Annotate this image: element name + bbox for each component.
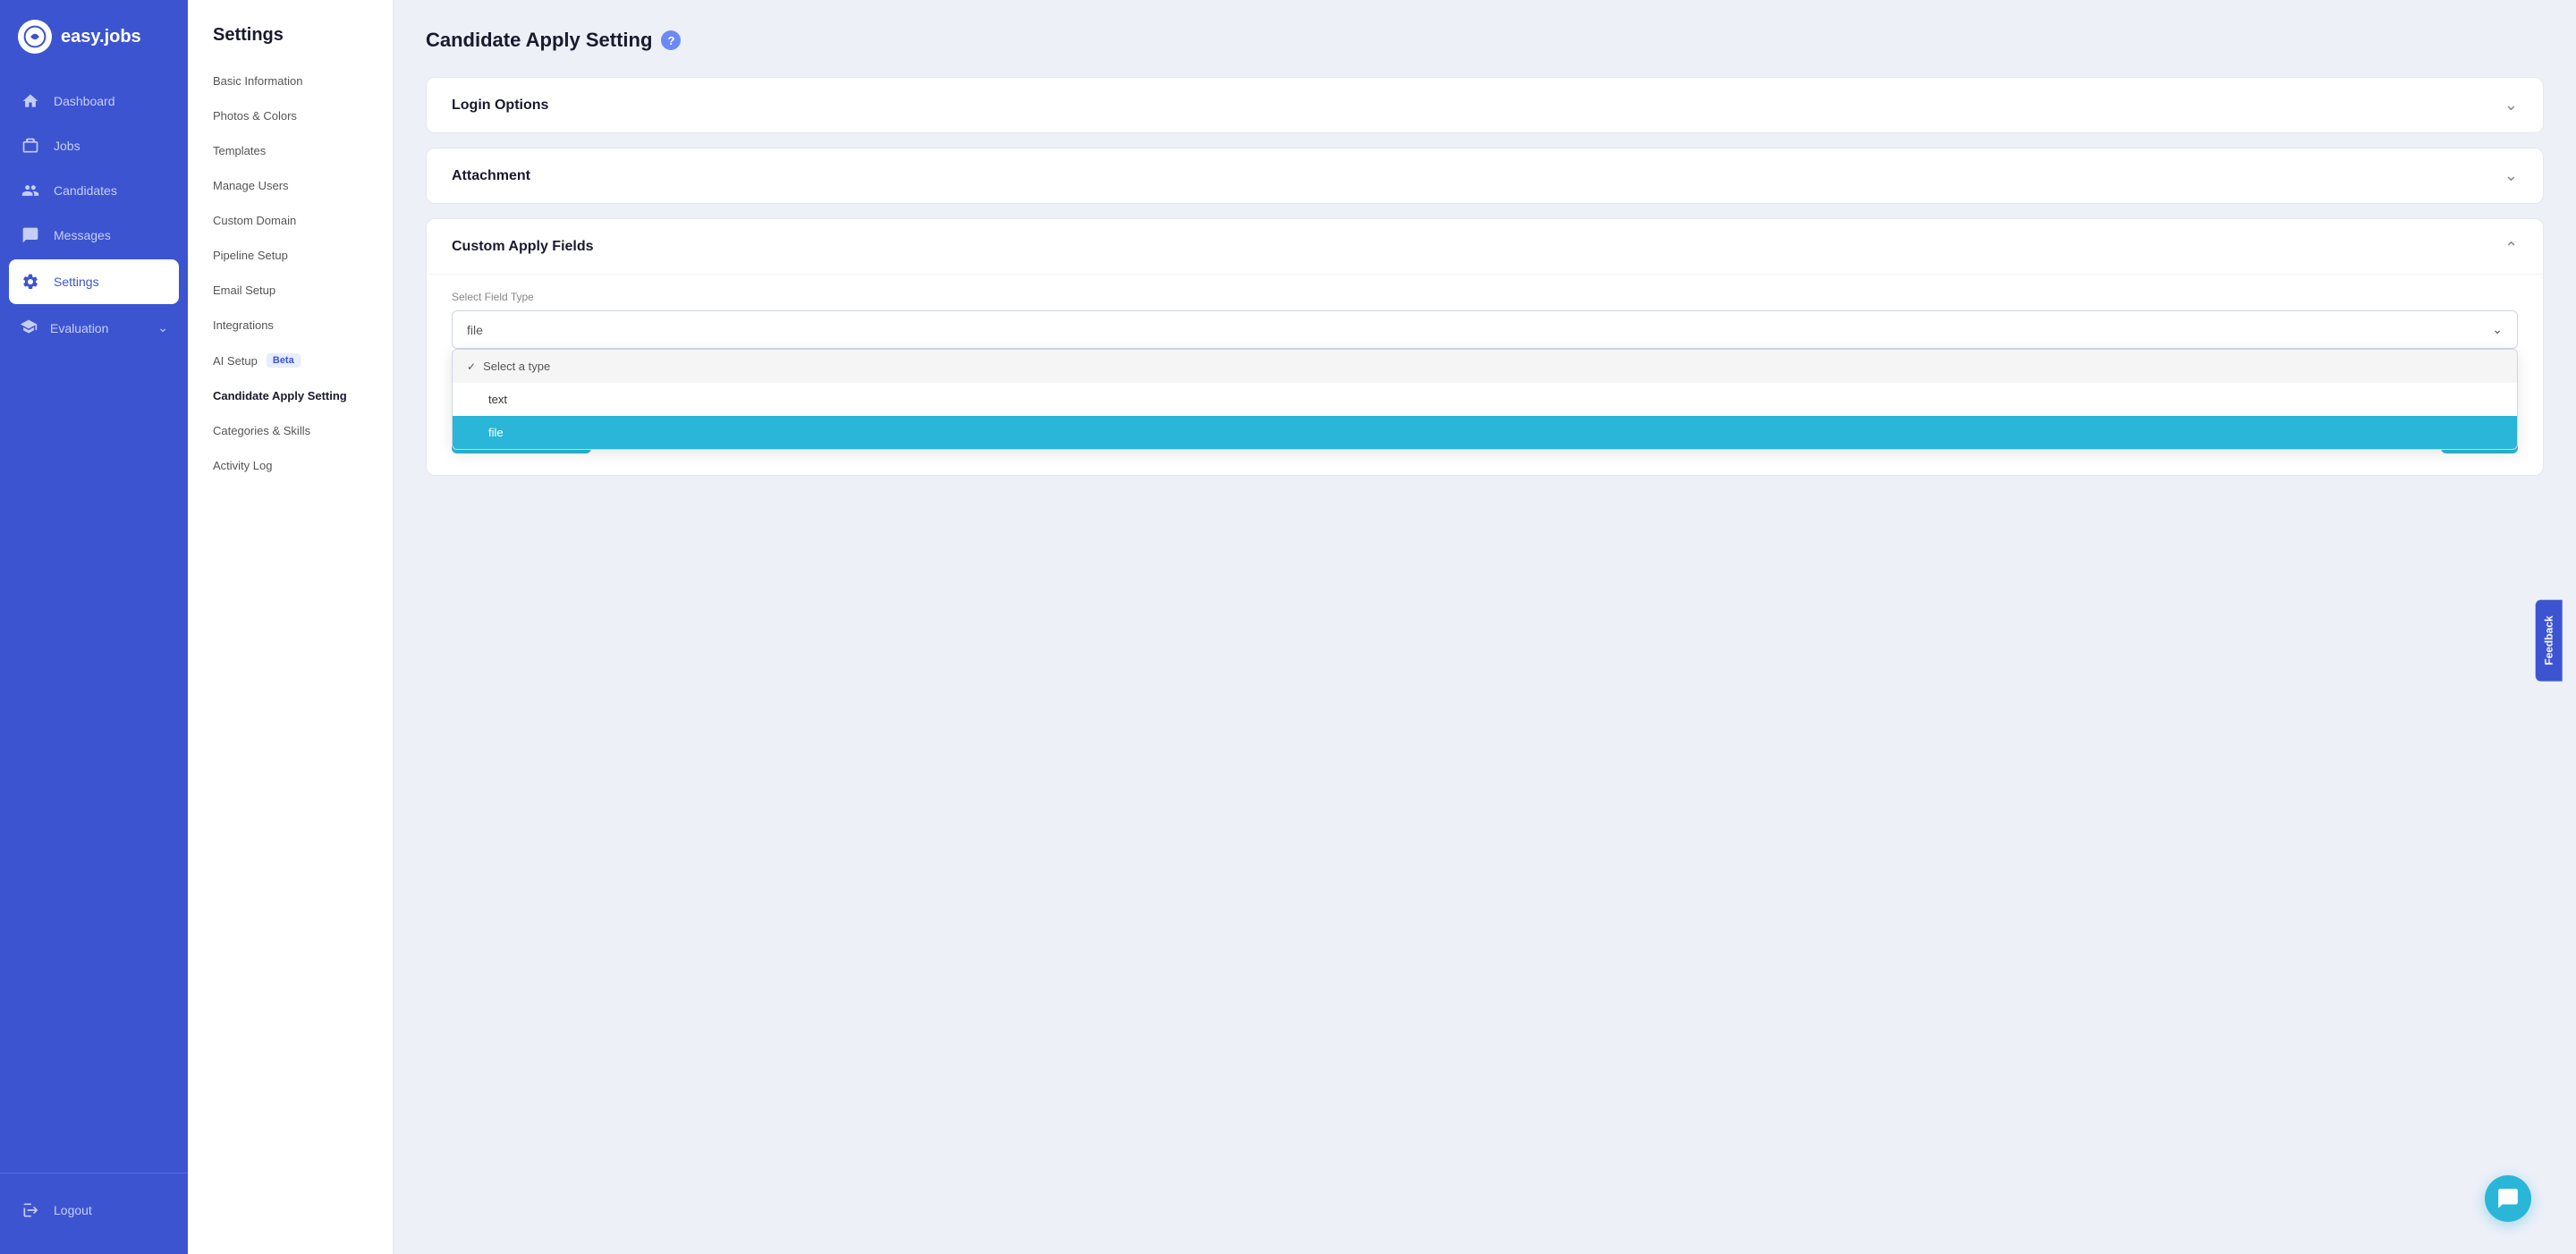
main-area: Settings Basic Information Photos & Colo… [188,0,2576,1254]
login-options-header[interactable]: Login Options ⌄ [427,78,2543,132]
custom-apply-fields-card: Custom Apply Fields ⌄ Select Field Type … [426,218,2544,476]
attachment-title: Attachment [452,168,530,184]
attachment-card: Attachment ⌄ [426,148,2544,204]
sidebar-item-jobs[interactable]: Jobs [0,123,188,168]
content-area: Candidate Apply Setting ? Login Options … [394,0,2576,1254]
sidebar-label-jobs: Jobs [54,139,80,153]
sidebar-bottom: Logout [0,1173,188,1254]
sidebar-item-evaluation[interactable]: Evaluation ⌄ [0,306,188,350]
dropdown-option-file[interactable]: file [453,416,2517,449]
settings-nav-photos-colors[interactable]: Photos & Colors [188,98,393,133]
help-icon[interactable]: ? [661,30,681,50]
custom-apply-fields-chevron: ⌄ [2504,237,2518,256]
settings-panel-title: Settings [188,25,393,64]
sidebar-label-candidates: Candidates [54,183,117,198]
sidebar-label-logout: Logout [54,1203,92,1217]
field-type-dropdown-menu: ✓ Select a type text file [452,349,2518,450]
settings-nav-categories-skills[interactable]: Categories & Skills [188,413,393,448]
feedback-tab[interactable]: Feedback [2535,599,2562,681]
sidebar-label-settings: Settings [54,275,99,289]
checkmark-icon: ✓ [467,360,476,373]
field-type-select-container: file ⌄ ✓ Select a type text [452,310,2518,349]
chevron-down-icon: ⌄ [157,320,168,335]
ai-setup-badge: Beta [267,353,301,368]
sidebar-item-messages[interactable]: Messages [0,213,188,258]
settings-nav-activity-log[interactable]: Activity Log [188,448,393,483]
settings-nav-basic-information[interactable]: Basic Information [188,64,393,98]
sidebar: easy.jobs Dashboard Jobs Candidates [0,0,188,1254]
custom-apply-fields-body: Select Field Type file ⌄ ✓ Select a type [427,274,2543,475]
sidebar-label-messages: Messages [54,228,111,242]
settings-nav-ai-setup[interactable]: AI Setup Beta [188,343,393,378]
sidebar-item-dashboard[interactable]: Dashboard [0,79,188,123]
logo-icon [18,20,52,54]
app-logo[interactable]: easy.jobs [0,0,188,73]
dropdown-option-text[interactable]: text [453,383,2517,416]
sidebar-item-logout[interactable]: Logout [0,1188,188,1233]
settings-nav-templates[interactable]: Templates [188,133,393,168]
page-header: Candidate Apply Setting ? [426,29,2544,52]
sidebar-label-dashboard: Dashboard [54,94,115,108]
login-options-chevron: ⌄ [2504,96,2518,114]
settings-nav-integrations[interactable]: Integrations [188,308,393,343]
graduation-icon [20,318,38,338]
settings-nav-custom-domain[interactable]: Custom Domain [188,203,393,238]
login-options-title: Login Options [452,97,548,114]
settings-nav-email-setup[interactable]: Email Setup [188,273,393,308]
sidebar-item-candidates[interactable]: Candidates [0,168,188,213]
dropdown-selected-value: file [467,323,483,337]
logout-icon [20,1199,41,1221]
settings-nav: Basic Information Photos & Colors Templa… [188,64,393,483]
attachment-chevron: ⌄ [2504,166,2518,185]
login-options-card: Login Options ⌄ [426,77,2544,133]
attachment-header[interactable]: Attachment ⌄ [427,148,2543,203]
app-name: easy.jobs [61,27,141,47]
gear-icon [20,271,41,292]
chat-icon [20,225,41,246]
page-title: Candidate Apply Setting [426,29,652,52]
briefcase-icon [20,135,41,157]
custom-apply-fields-title: Custom Apply Fields [452,239,594,255]
sidebar-label-evaluation: Evaluation [50,321,108,335]
settings-nav-candidate-apply-setting[interactable]: Candidate Apply Setting [188,378,393,413]
settings-panel: Settings Basic Information Photos & Colo… [188,0,394,1254]
field-type-label: Select Field Type [452,291,2518,303]
field-type-dropdown[interactable]: file ⌄ [452,310,2518,349]
dropdown-arrow-icon: ⌄ [2492,322,2503,337]
home-icon [20,90,41,112]
chat-button[interactable] [2485,1175,2531,1222]
settings-nav-pipeline-setup[interactable]: Pipeline Setup [188,238,393,273]
dropdown-option-select-a-type[interactable]: ✓ Select a type [453,350,2517,383]
sidebar-nav: Dashboard Jobs Candidates Messages [0,73,188,1173]
custom-apply-fields-header[interactable]: Custom Apply Fields ⌄ [427,219,2543,274]
users-icon [20,180,41,201]
settings-nav-manage-users[interactable]: Manage Users [188,168,393,203]
sidebar-item-settings[interactable]: Settings [9,259,179,304]
